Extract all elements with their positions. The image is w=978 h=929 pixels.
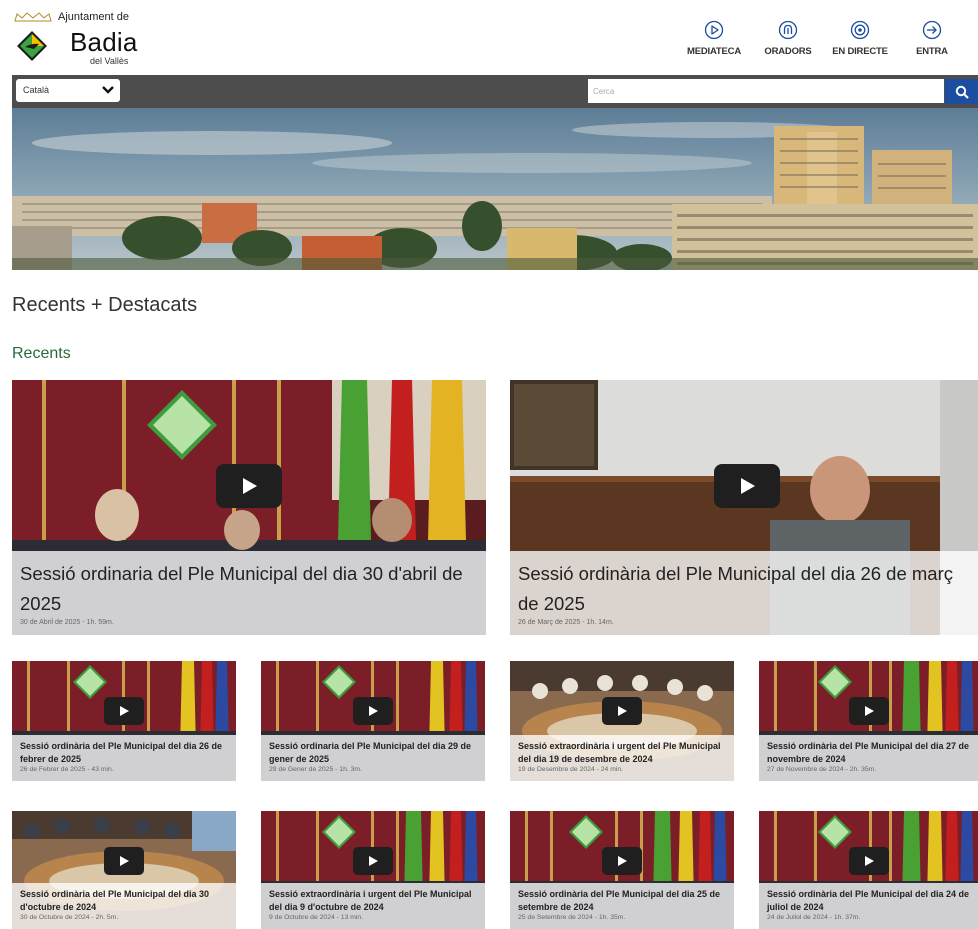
video-card[interactable]: Sessió ordinaria del Ple Municipal del d… [12,380,486,635]
nav-label: MEDIATECA [687,46,741,57]
section-subtitle-recents: Recents [12,345,71,362]
nav-oradors[interactable]: ORADORS [754,20,822,57]
video-card[interactable]: Sessió extraordinària i urgent del Ple M… [261,811,485,929]
play-icon [865,706,874,716]
play-icon [618,706,627,716]
video-meta: 19 de Desembre de 2024 - 24 min. [518,766,624,773]
video-meta: 29 de Gener de 2025 - 1h. 3m. [269,766,362,773]
play-button[interactable] [353,697,393,725]
play-circle-icon [704,20,724,40]
video-card[interactable]: Sessió ordinària del Ple Municipal del d… [759,661,978,781]
play-icon [120,706,129,716]
toolbar: Català [12,75,978,108]
video-caption: Sessió extraordinària i urgent del Ple M… [261,883,485,929]
play-button[interactable] [849,847,889,875]
logo-subtitle: del Vallès [90,56,129,66]
video-caption: Sessió ordinària del Ple Municipal del d… [12,883,236,929]
video-caption: Sessió ordinària del Ple Municipal del d… [759,735,978,781]
play-button[interactable] [353,847,393,875]
video-meta: 26 de Març de 2025 - 1h. 14m. [518,619,614,626]
search-icon [955,85,969,99]
video-card[interactable]: Sessió extraordinària i urgent del Ple M… [510,661,734,781]
video-title[interactable]: Sessió extraordinària i urgent del Ple M… [269,888,477,914]
video-meta: 9 de Octubre de 2024 - 13 min. [269,914,364,921]
play-icon [369,856,378,866]
shield-icon [17,31,47,61]
speaker-icon [778,20,798,40]
video-title[interactable]: Sessió ordinaria del Ple Municipal del d… [269,740,477,766]
play-button[interactable] [104,697,144,725]
play-icon [618,856,627,866]
video-card[interactable]: Sessió ordinària del Ple Municipal del d… [12,811,236,929]
play-icon [741,478,755,494]
video-caption: Sessió ordinària del Ple Municipal del d… [12,735,236,781]
play-icon [865,856,874,866]
video-card[interactable]: Sessió ordinaria del Ple Municipal del d… [261,661,485,781]
nav-label: ORADORS [764,46,812,57]
language-select[interactable]: Català [16,79,120,102]
header-nav: MEDIATECA ORADORS EN DIRECTE ENTRA [674,20,966,57]
video-caption: Sessió ordinària del Ple Municipal del d… [759,883,978,929]
video-title[interactable]: Sessió ordinaria del Ple Municipal del d… [20,559,478,619]
video-title[interactable]: Sessió ordinària del Ple Municipal del d… [767,888,970,914]
play-button[interactable] [104,847,144,875]
video-title[interactable]: Sessió extraordinària i urgent del Ple M… [518,740,726,766]
nav-label: ENTRA [916,46,948,57]
play-button[interactable] [849,697,889,725]
section-title: Recents + Destacats [12,294,198,316]
video-title[interactable]: Sessió ordinària del Ple Municipal del d… [518,888,726,914]
video-meta: 24 de Juliol de 2024 - 1h. 37m. [767,914,861,921]
play-icon [369,706,378,716]
video-card[interactable]: Sessió ordinària del Ple Municipal del d… [510,380,978,635]
live-broadcast-icon [850,20,870,40]
video-caption: Sessió ordinaria del Ple Municipal del d… [261,735,485,781]
logo-prefix: Ajuntament de [58,11,129,23]
nav-label: EN DIRECTE [832,46,888,57]
login-icon [922,20,942,40]
video-card[interactable]: Sessió ordinària del Ple Municipal del d… [510,811,734,929]
video-caption: Sessió ordinaria del Ple Municipal del d… [12,551,486,635]
play-button[interactable] [602,697,642,725]
video-title[interactable]: Sessió ordinària del Ple Municipal del d… [20,888,228,914]
video-meta: 25 de Setembre de 2024 - 1h. 35m. [518,914,626,921]
language-value: Català [23,85,50,95]
video-caption: Sessió ordinària del Ple Municipal del d… [510,551,978,635]
city-banner [12,108,978,270]
site-header: Ajuntament de Badia del Vallès MEDIATECA… [0,0,978,75]
video-card[interactable]: Sessió ordinària del Ple Municipal del d… [759,811,978,929]
crown-icon [14,12,52,22]
nav-entra[interactable]: ENTRA [898,20,966,57]
video-meta: 26 de Febrer de 2025 - 43 min. [20,766,114,773]
video-title[interactable]: Sessió ordinària del Ple Municipal del d… [518,559,970,619]
video-title[interactable]: Sessió ordinària del Ple Municipal del d… [767,740,970,766]
video-title[interactable]: Sessió ordinària del Ple Municipal del d… [20,740,228,766]
nav-mediateca[interactable]: MEDIATECA [678,20,750,57]
nav-en-directe[interactable]: EN DIRECTE [826,20,894,57]
video-card[interactable]: Sessió ordinària del Ple Municipal del d… [12,661,236,781]
video-meta: 30 de Octubre de 2024 - 2h. 5m. [20,914,119,921]
search-input[interactable] [588,79,944,103]
play-button[interactable] [714,464,780,508]
video-meta: 30 de Abril de 2025 - 1h. 59m. [20,619,114,626]
play-icon [243,478,257,494]
video-meta: 27 de Novembre de 2024 - 2h. 35m. [767,766,877,773]
site-logo[interactable]: Ajuntament de Badia del Vallès [12,10,142,68]
logo-name: Badia [70,27,138,57]
search-button[interactable] [945,79,978,104]
play-button[interactable] [216,464,282,508]
play-icon [120,856,129,866]
chevron-down-icon [102,86,114,94]
video-caption: Sessió extraordinària i urgent del Ple M… [510,735,734,781]
video-caption: Sessió ordinària del Ple Municipal del d… [510,883,734,929]
play-button[interactable] [602,847,642,875]
